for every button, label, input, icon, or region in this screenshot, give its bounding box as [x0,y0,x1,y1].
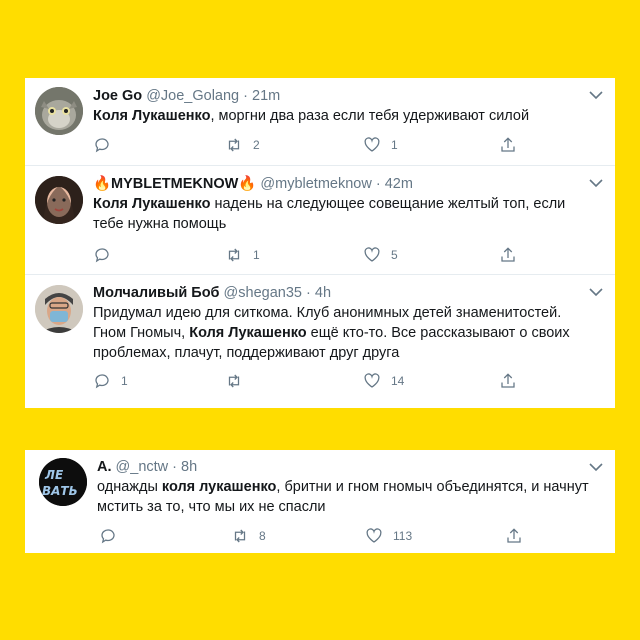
handle[interactable]: @mybletmeknow [260,176,371,192]
like-button[interactable]: 1 [363,136,398,154]
action-bar: 1 5 [25,246,615,266]
reply-icon [95,374,109,389]
separator-dot: · [243,88,248,104]
reply-count: 1 [121,374,128,388]
chevron-down-icon[interactable] [589,287,603,297]
reply-icon [95,138,109,153]
share-button[interactable] [499,372,517,390]
like-count: 113 [393,529,413,543]
heart-icon [364,137,380,152]
share-button[interactable] [499,136,517,154]
text-avatar-image: ЛЕ ВАТЬ [39,458,87,506]
person-avatar-icon [35,176,83,224]
timestamp[interactable]: 4h [315,285,331,301]
tweet[interactable]: 🔥MYBLETMEKNOW🔥 @mybletmeknow · 42m Коля … [25,166,615,275]
reply-icon [95,248,109,263]
mention-text: Коля Лукашенко [93,196,211,212]
like-count: 1 [391,138,398,152]
reply-button[interactable] [93,246,121,264]
display-name[interactable]: Joe Go [93,88,142,104]
share-button[interactable] [505,527,523,545]
action-bar: 1 14 [25,372,615,392]
action-bar: 8 113 [25,527,615,547]
retweet-icon [234,529,246,543]
handle[interactable]: @_nctw [116,459,169,475]
like-count: 5 [391,248,398,262]
retweet-count: 8 [259,529,266,543]
handle[interactable]: @shegan35 [224,285,302,301]
share-button[interactable] [499,246,517,264]
reply-button[interactable] [99,527,127,545]
retweet-icon [228,248,240,262]
handle[interactable]: @Joe_Golang [146,88,239,104]
display-name[interactable]: 🔥MYBLETMEKNOW🔥 [93,176,256,192]
heart-icon [364,247,380,262]
retweet-icon [228,374,240,388]
heart-icon [364,373,380,388]
retweet-icon [228,138,240,152]
masked-person-avatar-icon [35,285,83,333]
cat-avatar-icon [35,87,83,135]
retweet-button[interactable]: 1 [225,246,260,264]
display-name[interactable]: Молчаливый Боб [93,285,220,301]
tweet-text: Коля Лукашенко, моргни два раза если теб… [93,106,595,126]
mention-text: коля лукашенко [161,479,277,495]
tweet[interactable]: Joe Go @Joe_Golang · 21m Коля Лукашенко,… [25,78,615,166]
avatar[interactable]: ЛЕ ВАТЬ [39,458,87,506]
tweet-thread-card: Joe Go @Joe_Golang · 21m Коля Лукашенко,… [25,78,615,408]
retweet-button[interactable] [225,372,253,390]
text-segment: , моргни два раза если тебя удерживают с… [210,108,530,124]
display-name[interactable]: A. [97,459,112,475]
tweet-text: однажды коля лукашенко, бритни и гном гн… [97,477,595,517]
avatar[interactable] [35,176,83,224]
heart-icon [366,528,382,543]
like-button[interactable]: 14 [363,372,404,390]
share-icon [501,247,515,262]
retweet-button[interactable]: 8 [231,527,266,545]
timestamp[interactable]: 8h [181,459,197,475]
chevron-down-icon[interactable] [589,178,603,188]
tweet-text: Придумал идею для ситкома. Клуб анонимны… [93,303,595,363]
like-button[interactable]: 5 [363,246,398,264]
like-count: 14 [391,374,405,388]
tweet-text: Коля Лукашенко надень на следующее совещ… [93,194,595,234]
share-icon [501,137,515,152]
mention-text: Коля Лукашенко [93,108,211,124]
reply-button[interactable] [93,136,121,154]
reply-button[interactable]: 1 [93,372,128,390]
avatar[interactable] [35,285,83,333]
mention-text: Коля Лукашенко [189,325,307,341]
avatar[interactable] [35,87,83,135]
share-icon [507,528,521,543]
chevron-down-icon[interactable] [589,462,603,472]
action-bar: 2 1 [25,136,615,156]
share-icon [501,373,515,388]
retweet-button[interactable]: 2 [225,136,260,154]
separator-dot: · [375,176,381,192]
separator-dot: · [172,459,178,475]
chevron-down-icon[interactable] [589,90,603,100]
tweet[interactable]: Молчаливый Боб @shegan35 · 4h Придумал и… [25,275,615,408]
reply-icon [101,529,115,544]
retweet-count: 2 [253,138,260,152]
tweet[interactable]: ЛЕ ВАТЬ A. @_nctw · 8h однажды коля лукаш… [25,450,615,553]
timestamp[interactable]: 42m [385,176,413,192]
timestamp[interactable]: 21m [252,88,280,104]
like-button[interactable]: 113 [365,527,412,545]
separator-dot: · [306,285,311,301]
retweet-count: 1 [253,248,260,262]
text-segment: однажды [97,479,162,495]
tweet-card: ЛЕ ВАТЬ A. @_nctw · 8h однажды коля лукаш… [25,450,615,553]
